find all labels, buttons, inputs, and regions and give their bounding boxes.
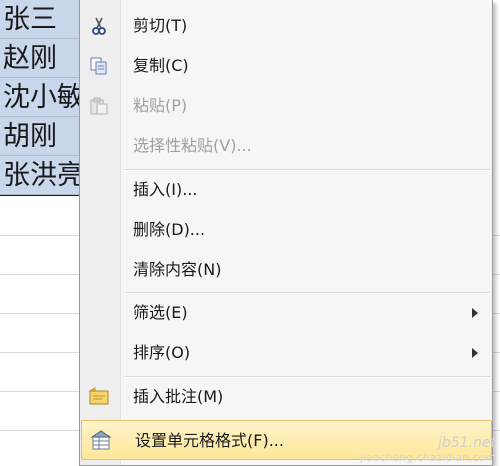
menu-item-label: 删除(D)... (133, 220, 206, 239)
cell-a4[interactable]: 胡刚 (0, 117, 84, 156)
scissors-icon (88, 15, 110, 37)
menu-item-label: 清除内容(N) (133, 260, 222, 279)
menu-item-insert-comment[interactable]: 插入批注(M) (80, 377, 492, 417)
paste-icon (88, 95, 110, 117)
menu-item-label: 排序(O) (133, 343, 191, 362)
cell-a2[interactable]: 赵刚 (0, 39, 84, 78)
menu-item-label: 筛选(E) (133, 303, 188, 322)
format-cells-icon (90, 430, 112, 452)
cell-a5[interactable]: 张洪亮 (0, 156, 84, 195)
menu-item-label: 剪切(T) (133, 16, 188, 35)
copy-icon (88, 55, 110, 77)
submenu-arrow-icon (472, 348, 478, 358)
menu-item-insert[interactable]: 插入(I)... (80, 170, 492, 210)
menu-item-label: 设置单元格格式(F)... (135, 431, 284, 450)
menu-item-label: 插入(I)... (133, 180, 198, 199)
menu-item-label: 选择性粘贴(V)... (133, 136, 252, 155)
menu-item-paste-special[interactable]: 选择性粘贴(V)... (80, 126, 492, 166)
menu-item-paste[interactable]: 粘贴(P) (80, 86, 492, 126)
menu-item-label: 粘贴(P) (133, 96, 188, 115)
cell-a3[interactable]: 沈小敏 (0, 78, 84, 117)
menu-item-label: 插入批注(M) (133, 387, 224, 406)
context-menu: 剪切(T) 复制(C) 粘贴(P) 选择性粘贴(V)... 插入(I)... 删… (79, 0, 493, 466)
submenu-arrow-icon (472, 308, 478, 318)
menu-item-format-cells[interactable]: 设置单元格格式(F)... (81, 420, 492, 460)
menu-item-cut[interactable]: 剪切(T) (80, 6, 492, 46)
comment-icon (88, 386, 110, 408)
menu-item-sort[interactable]: 排序(O) (80, 333, 492, 373)
menu-item-filter[interactable]: 筛选(E) (80, 293, 492, 333)
menu-item-copy[interactable]: 复制(C) (80, 46, 492, 86)
menu-item-clear-contents[interactable]: 清除内容(N) (80, 250, 492, 290)
menu-item-label: 复制(C) (133, 56, 189, 75)
cell-a1[interactable]: 张三 (0, 0, 84, 39)
menu-item-delete[interactable]: 删除(D)... (80, 210, 492, 250)
